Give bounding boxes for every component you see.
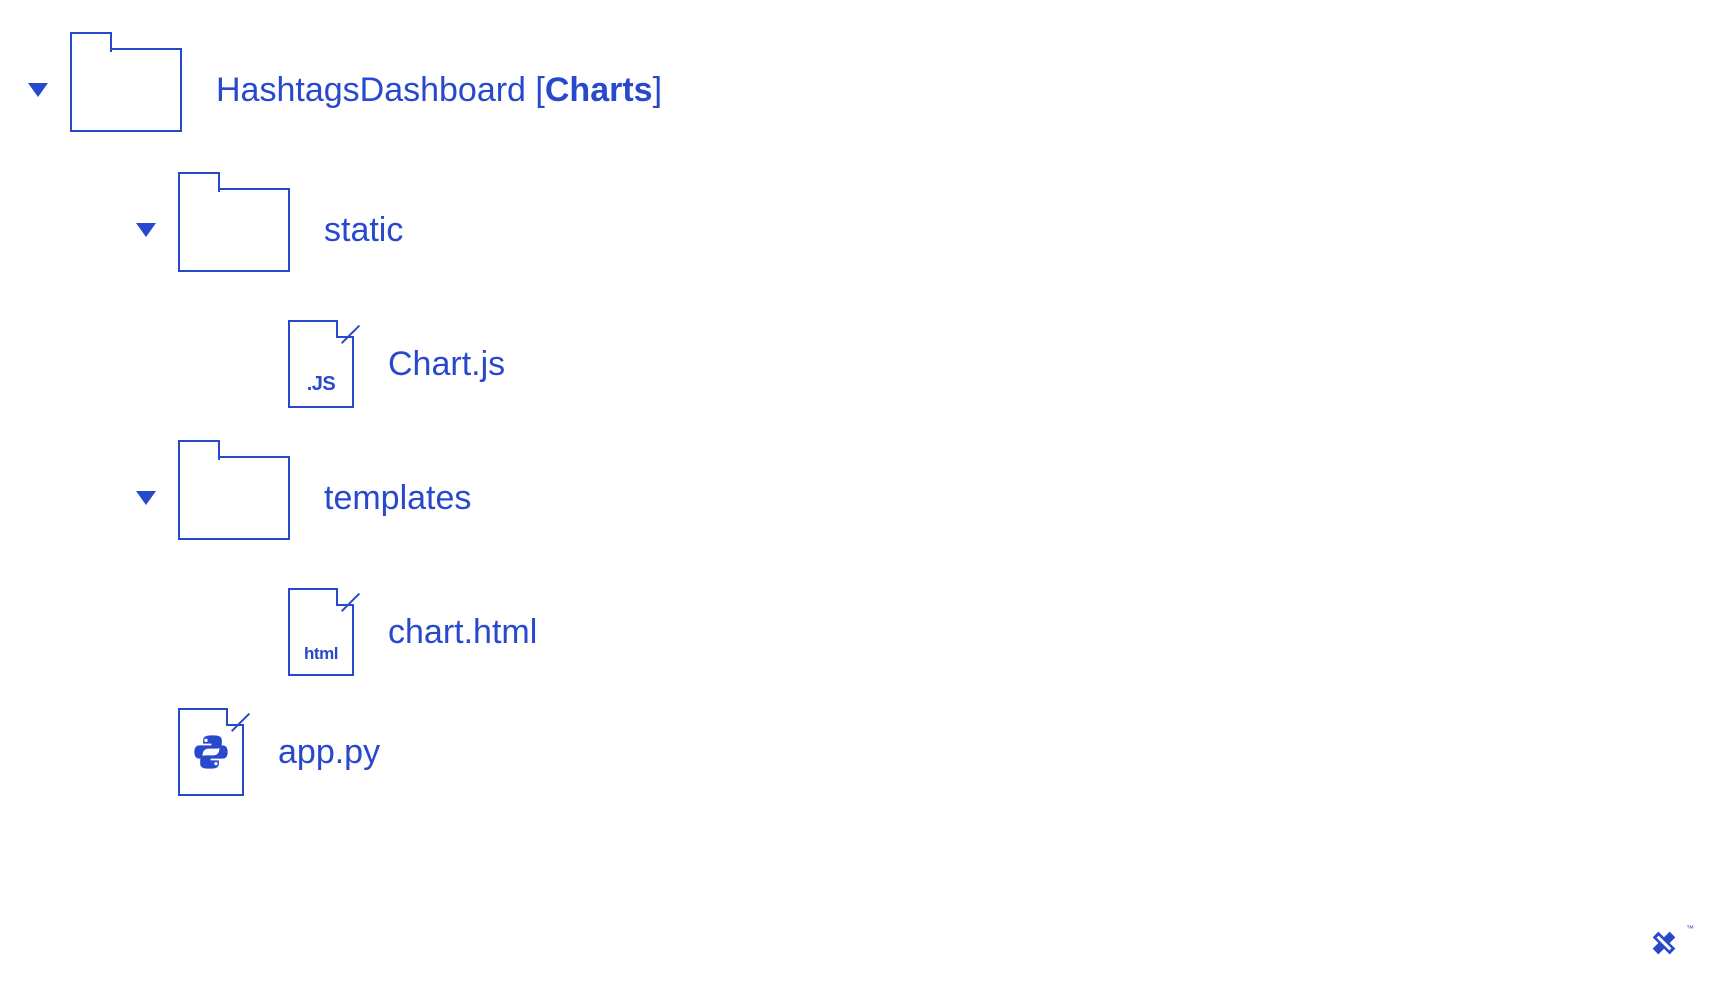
toptal-logo: ™ — [1640, 915, 1696, 976]
chevron-down-icon[interactable] — [134, 486, 158, 510]
tree-node-templates[interactable]: templates — [26, 456, 1720, 540]
file-badge: .JS — [307, 373, 336, 396]
node-label-root: HashtagsDashboard [Charts] — [216, 73, 662, 107]
html-file-icon: html — [288, 588, 354, 676]
folder-icon — [178, 188, 290, 272]
python-icon — [191, 732, 231, 772]
python-file-icon — [178, 708, 244, 796]
tree-node-static[interactable]: static — [26, 188, 1720, 272]
folder-icon — [178, 456, 290, 540]
node-label-chartjs: Chart.js — [388, 347, 505, 381]
folder-icon — [70, 48, 182, 132]
tree-node-chartjs[interactable]: .JS Chart.js — [26, 320, 1720, 408]
js-file-icon: .JS — [288, 320, 354, 408]
tree-node-charthtml[interactable]: html chart.html — [26, 588, 1720, 676]
node-label-apppy: app.py — [278, 735, 380, 769]
tree-node-root[interactable]: HashtagsDashboard [Charts] — [26, 48, 1720, 132]
file-tree: HashtagsDashboard [Charts] static .JS Ch… — [0, 0, 1720, 796]
file-badge: html — [304, 644, 338, 664]
chevron-down-icon[interactable] — [26, 78, 50, 102]
node-label-charthtml: chart.html — [388, 615, 537, 649]
chevron-down-icon[interactable] — [134, 218, 158, 242]
node-label-templates: templates — [324, 481, 471, 515]
node-label-static: static — [324, 213, 403, 247]
tree-node-apppy[interactable]: app.py — [26, 708, 1720, 796]
trademark-symbol: ™ — [1686, 924, 1694, 933]
